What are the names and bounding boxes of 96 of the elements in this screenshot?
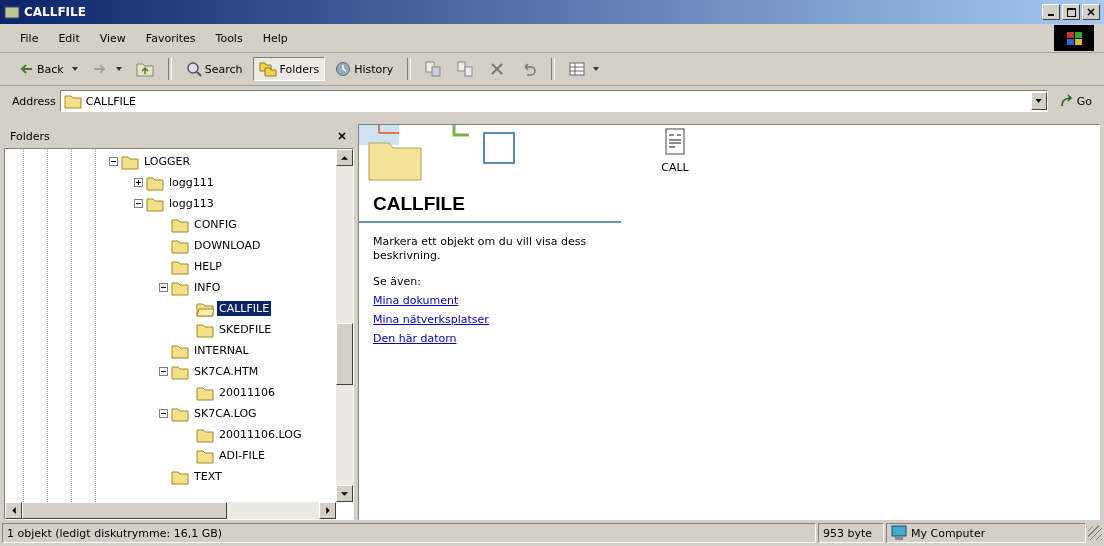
window-title: CALLFILE xyxy=(24,5,86,19)
folder-icon xyxy=(171,258,189,275)
folder-icon xyxy=(196,447,214,464)
folder-icon xyxy=(63,93,82,109)
scroll-thumb[interactable] xyxy=(336,323,353,385)
move-to-icon xyxy=(425,61,442,77)
folder-tree-item[interactable]: CONFIG xyxy=(192,217,239,232)
delete-icon xyxy=(489,61,506,77)
go-arrow-icon xyxy=(1059,94,1074,108)
up-arrow-icon xyxy=(341,155,348,160)
collapse-icon[interactable] xyxy=(109,157,118,166)
folder-icon xyxy=(171,279,189,296)
link[interactable]: Den här datorn xyxy=(373,332,457,345)
folder-tree-item[interactable]: SK7CA.HTM xyxy=(192,364,261,379)
folder-icon xyxy=(171,405,189,422)
folder-tree-item[interactable]: ADI-FILE xyxy=(217,448,267,463)
pane-title: Folders xyxy=(10,129,50,143)
dropdown-caret-icon[interactable] xyxy=(593,67,600,71)
search-icon xyxy=(185,61,202,77)
down-arrow-icon xyxy=(341,491,348,496)
folder-icon xyxy=(146,195,164,212)
folder-icon xyxy=(196,426,214,443)
resize-grip[interactable] xyxy=(1088,526,1102,540)
history-icon xyxy=(335,61,352,77)
folder-icon xyxy=(196,321,214,338)
dropdown-caret-icon[interactable] xyxy=(115,67,122,71)
left-arrow-icon xyxy=(11,507,16,514)
address-field[interactable]: CALLFILE xyxy=(59,90,1048,112)
toolbar-button[interactable]: Back xyxy=(12,57,70,81)
copy-to-icon xyxy=(457,61,474,77)
horizontal-scrollbar[interactable] xyxy=(5,502,336,519)
menu-item[interactable]: Favorites xyxy=(135,29,206,47)
folder-tree-item[interactable]: DOWNLOAD xyxy=(192,238,263,253)
computer-icon xyxy=(891,525,907,541)
collapse-icon[interactable] xyxy=(159,409,168,418)
folder-tree-item[interactable]: LOGGER xyxy=(142,154,193,169)
folder-icon xyxy=(171,342,189,359)
menu-item[interactable]: File xyxy=(10,29,49,47)
close-button[interactable] xyxy=(1082,4,1100,20)
folder-tree-item[interactable]: 20011106.LOG xyxy=(217,427,304,442)
go-button[interactable]: Go xyxy=(1051,94,1100,108)
folder-tree-item[interactable]: INFO xyxy=(192,280,223,295)
status-text: 1 objekt (ledigt diskutrymme: 16,1 GB) xyxy=(2,523,816,543)
toolbar-button[interactable]: History xyxy=(329,57,400,81)
toolbar-button[interactable]: Search xyxy=(179,57,249,81)
folders-icon xyxy=(258,61,277,77)
up-folder-icon xyxy=(135,61,154,77)
expand-icon[interactable] xyxy=(134,178,143,187)
folder-title: CALLFILE xyxy=(359,185,621,223)
vertical-scrollbar[interactable] xyxy=(336,149,353,502)
folder-tree-item[interactable]: HELP xyxy=(192,259,224,274)
document-entry[interactable]: CALL xyxy=(647,127,703,174)
folder-icon xyxy=(146,174,164,191)
windows-logo xyxy=(1054,25,1094,51)
description-text: Markera ett objekt om du vill visa dess beskrivning. xyxy=(373,235,588,263)
close-icon[interactable] xyxy=(338,132,346,140)
folder-icon xyxy=(171,237,189,254)
folder-tree-item[interactable]: logg111 xyxy=(167,175,216,190)
see-also-label: Se även: xyxy=(373,275,421,288)
folder-icon xyxy=(171,363,189,380)
folder-icon xyxy=(121,153,139,170)
close-icon xyxy=(1087,8,1095,16)
address-dropdown-button[interactable] xyxy=(1030,92,1047,110)
scroll-thumb[interactable] xyxy=(22,502,227,519)
folder-tree-item[interactable]: INTERNAL xyxy=(192,343,251,358)
status-zone: My Computer xyxy=(886,523,1086,543)
collapse-icon[interactable] xyxy=(159,367,168,376)
folder-tree-item[interactable]: 20011106 xyxy=(217,385,277,400)
link[interactable]: Mina dokument xyxy=(373,294,459,307)
folder-icon xyxy=(196,384,214,401)
collapse-icon[interactable] xyxy=(159,283,168,292)
folder-tree-item[interactable]: logg113 xyxy=(167,196,216,211)
minimize-button[interactable] xyxy=(1042,4,1060,20)
maximize-button[interactable] xyxy=(1062,4,1080,20)
menu-item[interactable]: Tools xyxy=(205,29,253,47)
undo-icon xyxy=(521,61,538,77)
link[interactable]: Mina nätverksplatser xyxy=(373,313,489,326)
folder-icon xyxy=(171,468,189,485)
menu-item[interactable]: Edit xyxy=(48,29,90,47)
folder-tree-item[interactable]: SK7CA.LOG xyxy=(192,406,259,421)
views-grid-icon xyxy=(569,61,586,77)
status-size: 953 byte xyxy=(818,523,884,543)
menu-item[interactable]: View xyxy=(89,29,136,47)
collapse-icon[interactable] xyxy=(134,199,143,208)
folder-icon xyxy=(171,216,189,233)
right-arrow-icon xyxy=(325,507,330,514)
open-folder-icon xyxy=(196,300,214,317)
toolbar-button[interactable]: Folders xyxy=(252,57,326,81)
dropdown-caret-icon[interactable] xyxy=(71,67,78,71)
address-label: Address xyxy=(12,94,56,108)
folder-tree-item[interactable]: CALLFILE xyxy=(217,301,272,316)
folder-tree-item[interactable]: SKEDFILE xyxy=(217,322,274,337)
menu-item[interactable]: Help xyxy=(252,29,298,47)
folder-tree-item[interactable]: TEXT xyxy=(192,469,224,484)
text-file-icon xyxy=(665,127,685,155)
dropdown-caret-icon xyxy=(1035,99,1043,103)
